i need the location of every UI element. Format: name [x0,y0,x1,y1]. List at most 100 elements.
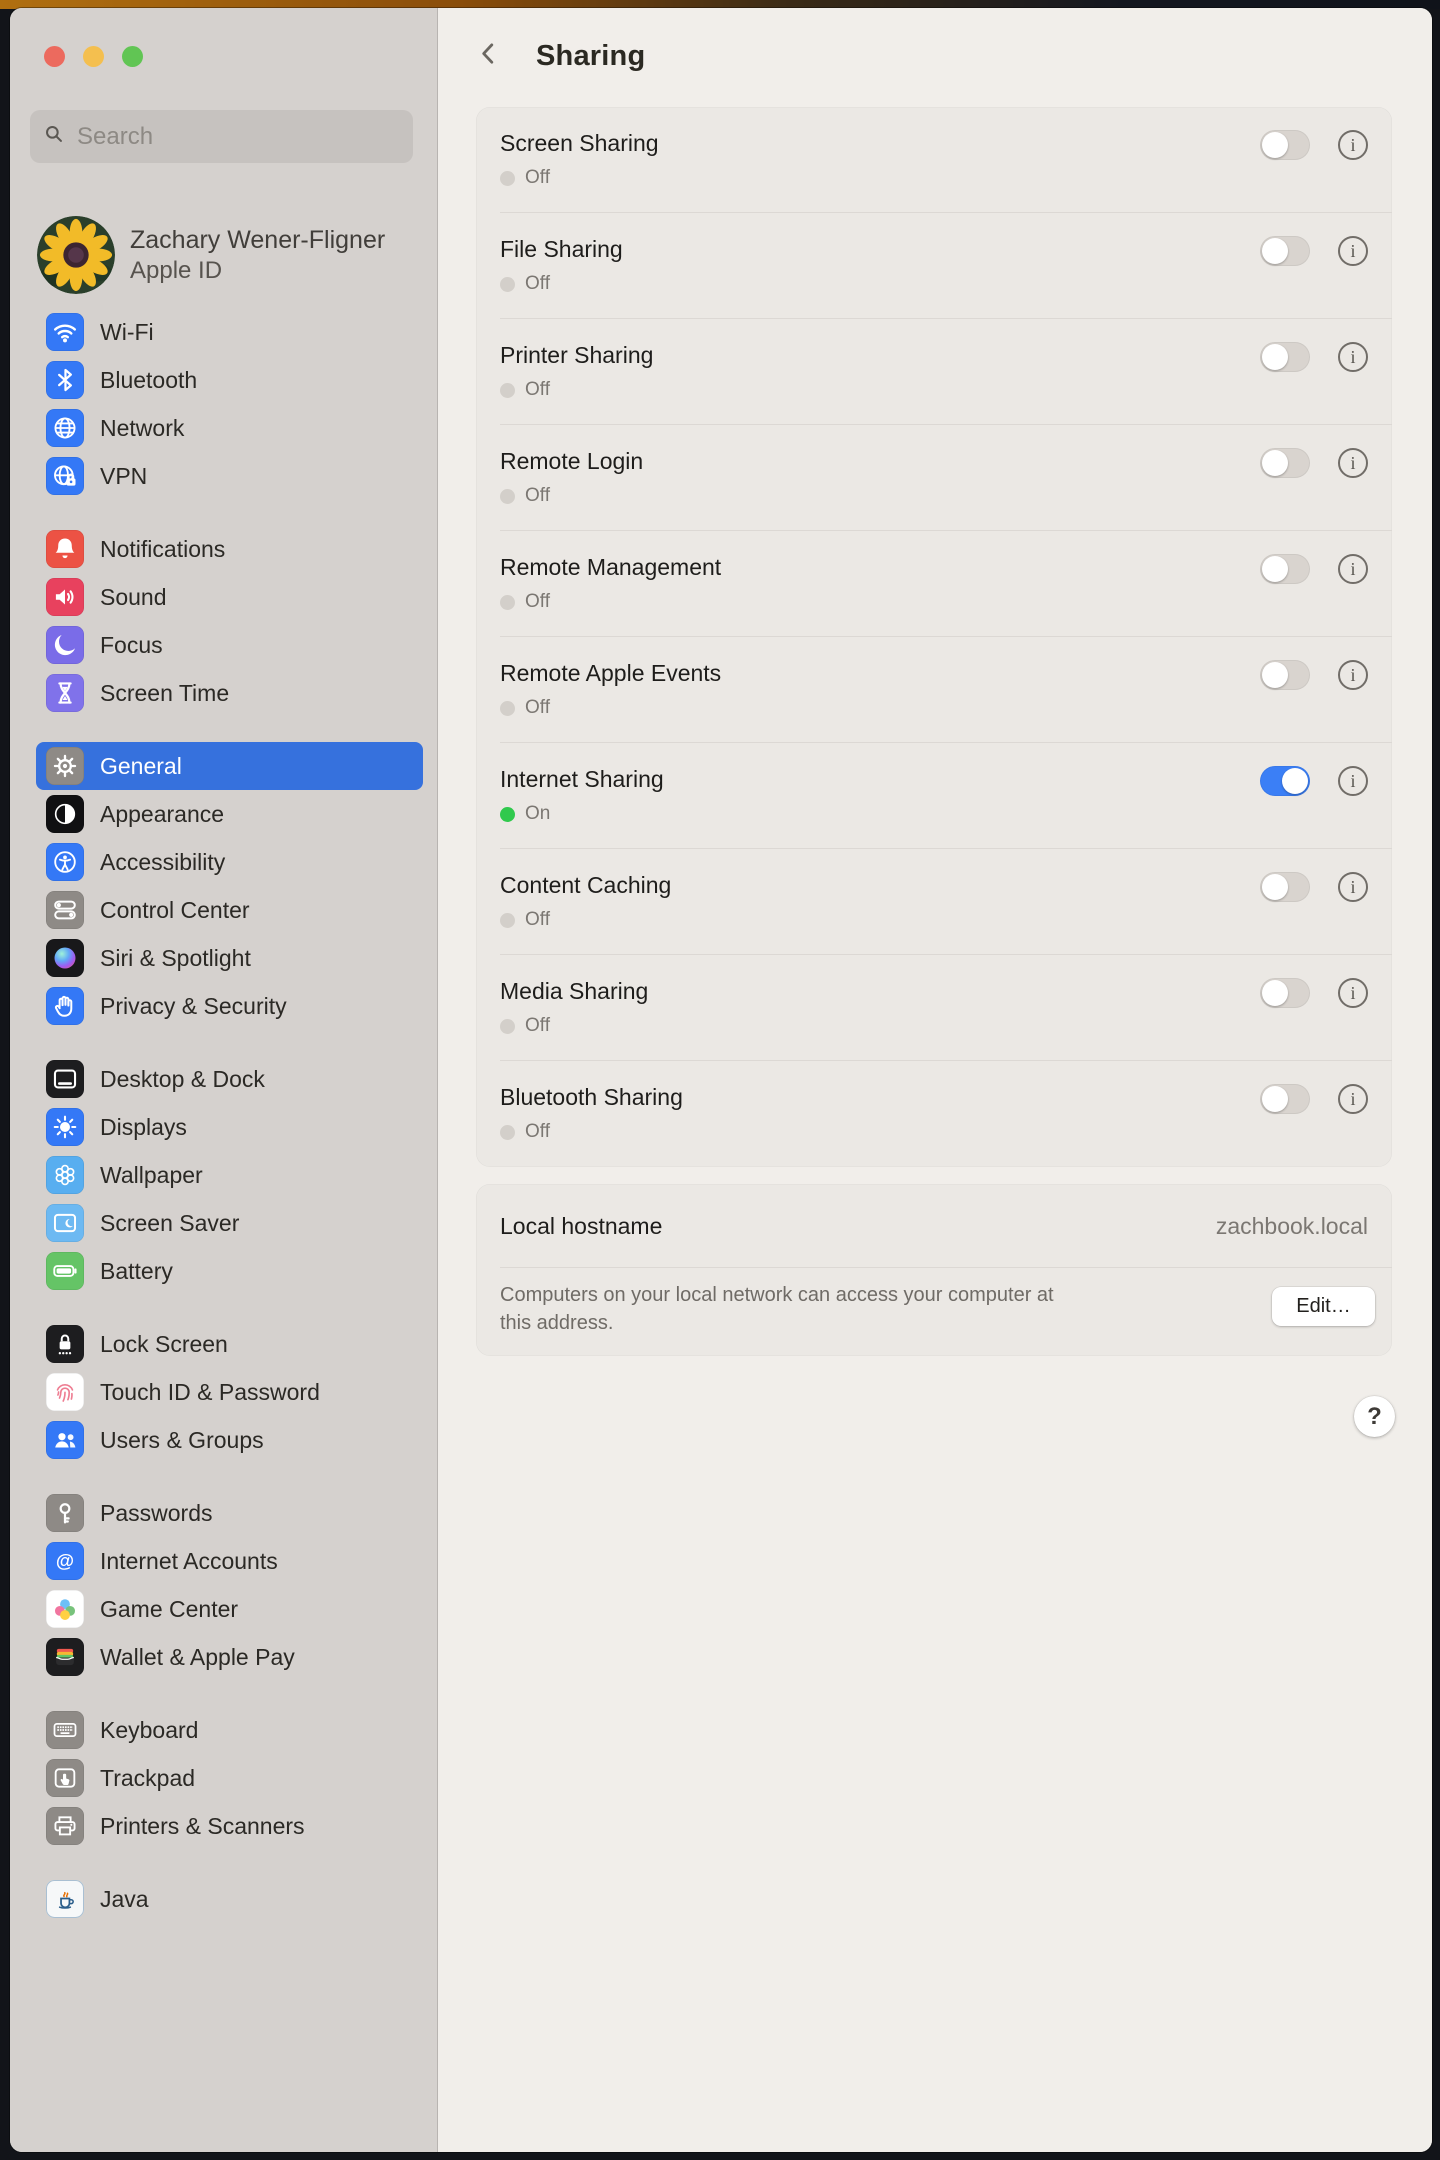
close-button[interactable] [44,46,65,67]
toggle-media-sharing[interactable] [1260,978,1310,1008]
sidebar-item-appearance[interactable]: Appearance [36,790,423,838]
sharing-row-printer-sharing: Printer SharingOffi [476,319,1392,425]
hostname-description-row: Computers on your local network can acce… [476,1268,1392,1337]
toggle-remote-login[interactable] [1260,448,1310,478]
sharing-row-info: Bluetooth Sharing Off [500,1061,1368,1143]
toggle-knob [1262,132,1288,158]
toggle-remote-management[interactable] [1260,554,1310,584]
info-button-media-sharing[interactable]: i [1338,978,1368,1008]
toggle-knob [1262,662,1288,688]
sidebar-item-privacy-security[interactable]: Privacy & Security [36,982,423,1030]
sidebar-item-label: Sound [100,584,167,611]
java-icon [46,1880,84,1918]
sidebar-item-passwords[interactable]: Passwords [36,1489,423,1537]
appearance-icon [46,795,84,833]
search-field[interactable] [30,110,413,163]
toggle-printer-sharing[interactable] [1260,342,1310,372]
sidebar-item-label: Wallpaper [100,1162,203,1189]
sidebar-item-control-center[interactable]: Control Center [36,886,423,934]
sidebar-item-battery[interactable]: Battery [36,1247,423,1295]
wallpaper-icon [46,1156,84,1194]
sidebar-item-sound[interactable]: Sound [36,573,423,621]
sidebar-group: Desktop & DockDisplays Wallpaper Screen Sa… [36,1055,423,1295]
sidebar-item-label: Java [100,1886,149,1913]
status-dot-off [500,595,515,610]
sidebar-item-focus[interactable]: Focus [36,621,423,669]
wallet-icon [46,1638,84,1676]
info-button-remote-management[interactable]: i [1338,554,1368,584]
sidebar-item-java[interactable]: Java [36,1875,423,1923]
sidebar-item-internet-accounts[interactable]: @Internet Accounts [36,1537,423,1585]
info-button-file-sharing[interactable]: i [1338,236,1368,266]
info-button-screen-sharing[interactable]: i [1338,130,1368,160]
toggle-knob [1282,768,1308,794]
sidebar-item-screen-time[interactable]: Screen Time [36,669,423,717]
toggle-bluetooth-sharing[interactable] [1260,1084,1310,1114]
sharing-row-info: Remote ManagementOff [500,531,1368,613]
sharing-service-status: Off [500,1015,1368,1037]
sidebar-item-lock-screen[interactable]: Lock Screen [36,1320,423,1368]
toggle-internet-sharing[interactable] [1260,766,1310,796]
avatar [37,216,115,294]
sidebar-item-printers-scanners[interactable]: Printers & Scanners [36,1802,423,1850]
back-button[interactable] [474,36,502,74]
sidebar-item-label: Internet Accounts [100,1548,278,1575]
sidebar-item-screen-saver[interactable]: Screen Saver [36,1199,423,1247]
local-hostname-card: Local hostname zachbook.local Computers … [476,1184,1392,1356]
sidebar-item-trackpad[interactable]: Trackpad [36,1754,423,1802]
info-button-internet-sharing[interactable]: i [1338,766,1368,796]
minimize-button[interactable] [83,46,104,67]
sharing-service-status: Off [500,697,1368,719]
sidebar-group: Notifications Sound FocusScreen Time [36,525,423,717]
sidebar-item-wi-fi[interactable]: Wi-Fi [36,308,423,356]
apple-id-profile[interactable]: Zachary Wener-Fligner Apple ID [37,216,423,294]
sidebar-item-displays[interactable]: Displays [36,1103,423,1151]
info-button-remote-apple-events[interactable]: i [1338,660,1368,690]
toggle-remote-apple-events[interactable] [1260,660,1310,690]
info-button-printer-sharing[interactable]: i [1338,342,1368,372]
sharing-service-title: Bluetooth Sharing [500,1061,1368,1111]
toggle-file-sharing[interactable] [1260,236,1310,266]
sidebar-item-desktop-dock[interactable]: Desktop & Dock [36,1055,423,1103]
sidebar-item-network[interactable]: Network [36,404,423,452]
sound-icon [46,578,84,616]
sidebar-item-users-groups[interactable]: Users & Groups [36,1416,423,1464]
edit-hostname-button[interactable]: Edit… [1272,1287,1375,1326]
sharing-service-status: Off [500,1121,1368,1143]
sidebar-item-wallpaper[interactable]: Wallpaper [36,1151,423,1199]
info-button-bluetooth-sharing[interactable]: i [1338,1084,1368,1114]
control-center-icon [46,891,84,929]
info-button-remote-login[interactable]: i [1338,448,1368,478]
page-title: Sharing [536,38,645,74]
printers-icon [46,1807,84,1845]
help-button[interactable]: ? [1354,1396,1395,1437]
sidebar-group: Passwords@Internet Accounts Game Center Wa… [36,1489,423,1681]
sidebar-item-siri-spotlight[interactable]: Siri & Spotlight [36,934,423,982]
main-pane: Sharing Screen SharingOffiFile SharingOf… [438,8,1432,2152]
sidebar-item-keyboard[interactable]: Keyboard [36,1706,423,1754]
sidebar-item-label: Game Center [100,1596,238,1623]
general-icon [46,747,84,785]
sharing-row-info: Content CachingOff [500,849,1368,931]
sidebar-item-wallet-apple-pay[interactable]: Wallet & Apple Pay [36,1633,423,1681]
sidebar-item-label: Siri & Spotlight [100,945,251,972]
sidebar-item-bluetooth[interactable]: Bluetooth [36,356,423,404]
sidebar-group: Java [36,1875,423,1923]
sidebar-item-game-center[interactable]: Game Center [36,1585,423,1633]
trackpad-icon [46,1759,84,1797]
sharing-row-info: Internet SharingOn [500,743,1368,825]
sidebar-item-touch-id-password[interactable]: Touch ID & Password [36,1368,423,1416]
sidebar-item-general[interactable]: General [36,742,423,790]
zoom-button[interactable] [122,46,143,67]
sidebar-item-label: VPN [100,463,147,490]
sidebar-item-accessibility[interactable]: Accessibility [36,838,423,886]
toggle-content-caching[interactable] [1260,872,1310,902]
sidebar-item-notifications[interactable]: Notifications [36,525,423,573]
sidebar-item-label: Notifications [100,536,225,563]
search-input[interactable] [75,122,400,152]
toggle-screen-sharing[interactable] [1260,130,1310,160]
desktop-dock-icon [46,1060,84,1098]
info-button-content-caching[interactable]: i [1338,872,1368,902]
sidebar-item-vpn[interactable]: VPN [36,452,423,500]
hostname-description: Computers on your local network can acce… [500,1281,1080,1337]
